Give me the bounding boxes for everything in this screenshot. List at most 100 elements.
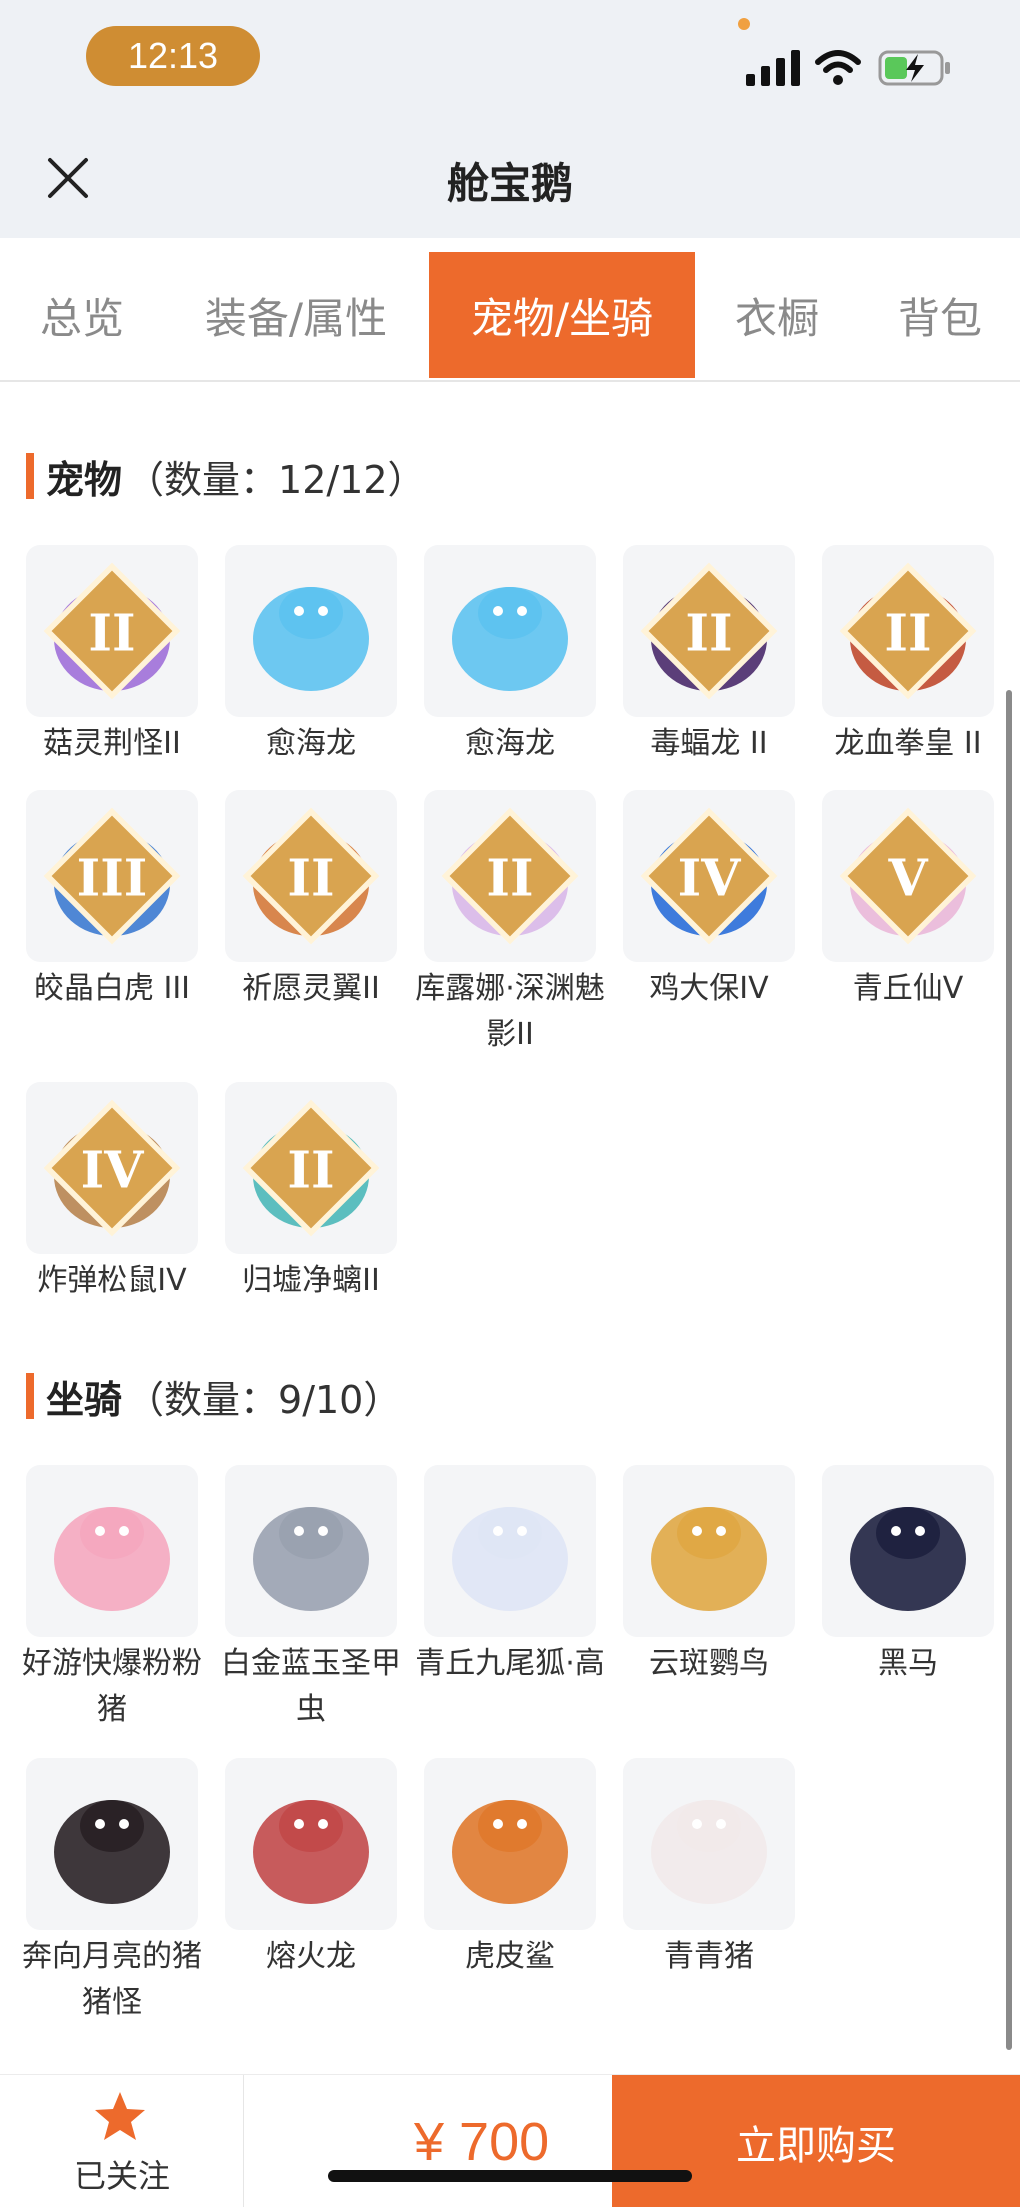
pet-image	[253, 587, 369, 691]
svg-text:II: II	[287, 849, 334, 908]
pet-name: 龙血拳皇 II	[834, 726, 982, 761]
svg-text:IV: IV	[678, 849, 742, 908]
mount-name: 虎皮鲨	[465, 1939, 555, 1974]
rank-badge-icon: II	[441, 807, 579, 945]
pet-name: 鸡大保IV	[649, 971, 769, 1006]
svg-text:II: II	[884, 604, 931, 663]
pet-thumbnail: II	[26, 545, 198, 717]
pet-item[interactable]: 愈海龙	[225, 545, 397, 767]
svg-text:III: III	[77, 849, 148, 908]
pet-item[interactable]: II 龙血拳皇 II	[822, 545, 994, 767]
mount-image	[253, 1800, 369, 1904]
pet-item[interactable]: III 皎晶白虎 III	[26, 790, 198, 1012]
mount-name: 白金蓝玉圣甲虫	[221, 1646, 401, 1727]
mount-image	[651, 1800, 767, 1904]
svg-text:IV: IV	[81, 1141, 145, 1200]
price: ¥ 700	[414, 2112, 550, 2172]
pet-name: 祈愿灵翼II	[242, 971, 380, 1006]
tab-equipment[interactable]: 装备/属性	[186, 252, 406, 378]
pet-thumbnail: III	[26, 790, 198, 962]
wifi-icon	[815, 50, 861, 85]
mount-name: 好游快爆粉粉猪	[22, 1646, 202, 1727]
pet-name: 归墟净螭II	[242, 1263, 380, 1298]
rank-badge-icon: IV	[640, 807, 778, 945]
mounts-title: 坐骑	[46, 1377, 123, 1422]
pet-image	[452, 587, 568, 691]
pet-thumbnail: II	[623, 545, 795, 717]
mount-item[interactable]: 熔火龙	[225, 1758, 397, 1980]
mount-name: 青丘九尾狐·高	[415, 1646, 605, 1681]
follow-label: 已关注	[73, 2157, 170, 2195]
mount-thumbnail	[424, 1465, 596, 1637]
pet-item[interactable]: II 菇灵荆怪II	[26, 545, 198, 767]
tab-bag[interactable]: 背包	[880, 252, 1000, 378]
pets-count: （数量：12/12）	[126, 457, 426, 502]
tab-bar: 总览 装备/属性 宠物/坐骑 衣橱 背包	[0, 238, 1020, 382]
pet-thumbnail: IV	[26, 1082, 198, 1254]
page-title: 舱宝鹅	[446, 159, 573, 208]
tab-pets-mounts[interactable]: 宠物/坐骑	[429, 252, 695, 378]
pet-thumbnail	[424, 545, 596, 717]
rank-badge-icon: IV	[43, 1099, 181, 1237]
pets-section-title: 宠物 （数量：12/12）	[26, 452, 426, 502]
mount-name: 黑马	[878, 1646, 938, 1681]
mount-thumbnail	[26, 1465, 198, 1637]
pet-item[interactable]: 愈海龙	[424, 545, 596, 767]
mount-image	[253, 1507, 369, 1611]
pet-name: 愈海龙	[465, 726, 555, 761]
svg-text:V: V	[887, 849, 928, 908]
tab-overview[interactable]: 总览	[20, 252, 144, 378]
recording-dot	[738, 18, 750, 30]
mount-item[interactable]: 青青猪	[623, 1758, 795, 1980]
rank-badge-icon: III	[43, 807, 181, 945]
mount-image	[54, 1800, 170, 1904]
pet-thumbnail: V	[822, 790, 994, 962]
pet-item[interactable]: II 归墟净螭II	[225, 1082, 397, 1304]
mount-item[interactable]: 青丘九尾狐·高	[415, 1465, 605, 1687]
mount-thumbnail	[623, 1465, 795, 1637]
mounts-count: （数量：9/10）	[126, 1377, 402, 1422]
mount-item[interactable]: 好游快爆粉粉猪	[22, 1465, 202, 1733]
pet-item[interactable]: IV 炸弹松鼠IV	[26, 1082, 198, 1304]
mount-item[interactable]: 虎皮鲨	[424, 1758, 596, 1980]
pet-thumbnail: II	[225, 1082, 397, 1254]
rank-badge-icon: II	[242, 807, 380, 945]
mount-name: 云斑鹦鸟	[649, 1646, 769, 1681]
tab-wardrobe[interactable]: 衣橱	[722, 252, 832, 378]
rank-badge-icon: II	[242, 1099, 380, 1237]
home-indicator	[328, 2170, 692, 2182]
mount-image	[54, 1507, 170, 1611]
buy-now-button[interactable]: 立即购买	[612, 2075, 1020, 2207]
pet-name: 皎晶白虎 III	[33, 971, 191, 1006]
top-area: 12:13 舱宝鹅	[0, 0, 1020, 238]
rank-badge-icon: II	[640, 562, 778, 700]
pet-item[interactable]: V 青丘仙V	[822, 790, 994, 1012]
mount-item[interactable]: 白金蓝玉圣甲虫	[221, 1465, 401, 1733]
pet-thumbnail: II	[225, 790, 397, 962]
pet-name: 青丘仙V	[852, 971, 964, 1006]
rank-badge-icon: II	[43, 562, 181, 700]
star-icon	[95, 2092, 145, 2140]
mount-name: 奔向月亮的猪猪怪	[22, 1939, 202, 2020]
mounts-section-title: 坐骑 （数量：9/10）	[26, 1372, 401, 1422]
mount-image	[452, 1800, 568, 1904]
pet-name: 毒蝠龙 II	[650, 726, 768, 761]
mount-image	[850, 1507, 966, 1611]
mount-thumbnail	[822, 1465, 994, 1637]
mount-item[interactable]: 云斑鹦鸟	[623, 1465, 795, 1687]
pet-item[interactable]: II 祈愿灵翼II	[225, 790, 397, 1012]
cellular-signal-icon	[746, 50, 800, 86]
mount-image	[651, 1507, 767, 1611]
rank-badge-icon: V	[839, 807, 977, 945]
pet-item[interactable]: II 库露娜·深渊魅影II	[415, 790, 605, 1058]
pet-name: 炸弹松鼠IV	[37, 1263, 187, 1298]
pet-item[interactable]: IV 鸡大保IV	[623, 790, 795, 1012]
scrollbar[interactable]	[1006, 690, 1012, 2050]
follow-button[interactable]: 已关注	[0, 2075, 244, 2207]
pet-name: 菇灵荆怪II	[43, 726, 181, 761]
pet-item[interactable]: II 毒蝠龙 II	[623, 545, 795, 767]
mount-item[interactable]: 奔向月亮的猪猪怪	[22, 1758, 202, 2026]
pet-thumbnail: IV	[623, 790, 795, 962]
mount-item[interactable]: 黑马	[822, 1465, 994, 1687]
battery-charging-icon	[878, 50, 950, 86]
